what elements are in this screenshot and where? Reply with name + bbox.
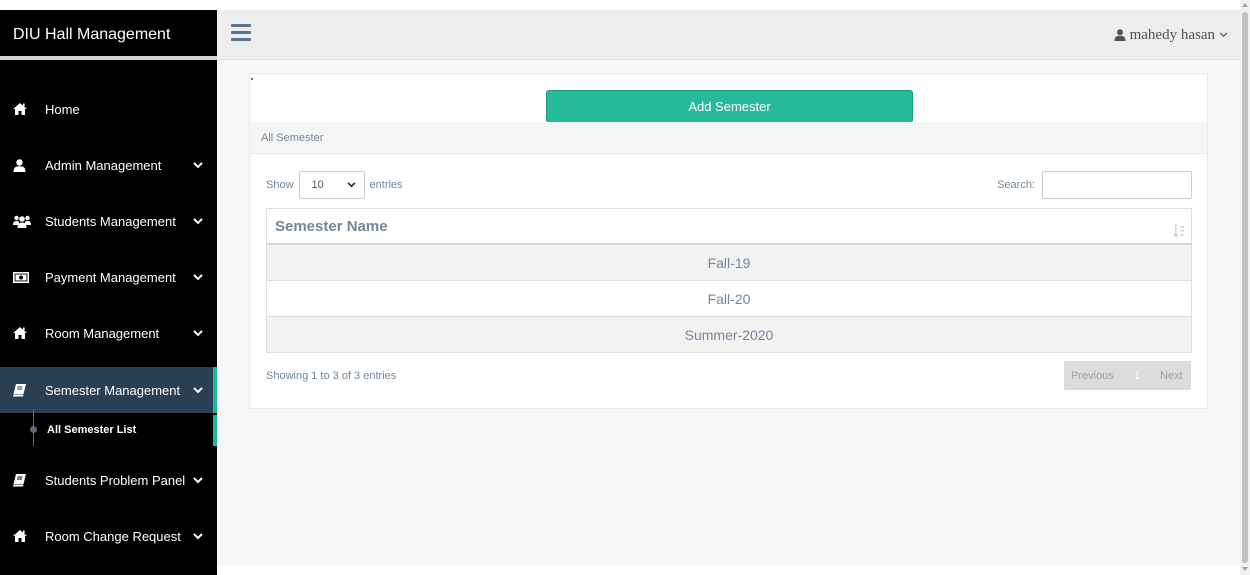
sidebar-item-semester-management[interactable]: Semester Management: [0, 367, 217, 413]
sidebar-item-admin-management[interactable]: Admin Management: [0, 142, 217, 188]
top-strip: [0, 0, 1240, 10]
chevron-down-icon: [1219, 32, 1228, 38]
sidebar-subitem-all-semester-list[interactable]: All Semester List: [47, 415, 136, 446]
chevron-down-icon: [193, 217, 205, 225]
next-page-button[interactable]: Next: [1148, 370, 1183, 382]
show-label: Show: [266, 179, 294, 191]
book-icon: [13, 383, 33, 397]
semester-submenu: All Semester List: [0, 409, 217, 446]
user-icon: [1114, 29, 1126, 41]
column-header-label: Semester Name: [275, 218, 388, 235]
submenu-dot: [30, 426, 37, 433]
chevron-down-icon: [193, 532, 205, 540]
add-semester-button[interactable]: Add Semester: [546, 90, 913, 123]
column-header-semester-name[interactable]: Semester Name: [266, 208, 1192, 245]
previous-page-button[interactable]: Previous: [1064, 370, 1126, 382]
pagination: Previous 1 Next: [1064, 361, 1191, 390]
sidebar-item-label: Room Management: [45, 325, 160, 341]
home-icon: [13, 327, 33, 339]
chevron-down-icon: [193, 273, 205, 281]
sidebar-item-room-change-request[interactable]: Room Change Request: [0, 513, 217, 559]
panel-heading: All Semester: [250, 122, 1207, 154]
book-icon: [13, 473, 33, 487]
app-root: DIU Hall Management Home Admin Managemen…: [0, 0, 1250, 575]
chevron-down-icon: [193, 161, 205, 169]
main-content: mahedy hasan Add Semester All Semester S…: [217, 10, 1240, 565]
sidebar-item-label: Room Change Request: [45, 528, 181, 544]
sidebar-item-label: Students Management: [45, 213, 176, 229]
chevron-down-icon: [193, 386, 205, 394]
scroll-down-arrow-icon[interactable]: [1242, 567, 1248, 571]
top-navbar: mahedy hasan: [217, 10, 1240, 60]
sidebar-item-label: Payment Management: [45, 269, 176, 285]
page-1-button[interactable]: 1: [1126, 370, 1148, 382]
search-control: Search:: [997, 171, 1192, 199]
money-icon: [13, 271, 33, 283]
chevron-down-icon: [193, 476, 205, 484]
table-row: Fall-20: [266, 281, 1192, 317]
home-icon: [13, 103, 33, 115]
chevron-down-icon: [346, 179, 356, 191]
page-length-control: Show 10 entries: [266, 171, 403, 199]
semester-panel: Add Semester All Semester Show 10 entrie…: [249, 73, 1208, 409]
page-length-select[interactable]: 10: [298, 171, 365, 199]
sidebar-item-payment-management[interactable]: Payment Management: [0, 254, 217, 300]
entries-label: entries: [369, 179, 403, 191]
app-title[interactable]: DIU Hall Management: [0, 10, 217, 60]
table-row: Fall-19: [266, 245, 1192, 281]
sidebar: DIU Hall Management Home Admin Managemen…: [0, 10, 217, 575]
sidebar-item-room-management[interactable]: Room Management: [0, 310, 217, 356]
user-profile-menu[interactable]: mahedy hasan: [1114, 10, 1228, 60]
semester-table: Semester Name Fall-19 Fall-20 Summer-202…: [266, 208, 1192, 353]
search-input[interactable]: [1042, 171, 1192, 199]
search-label: Search:: [997, 179, 1035, 191]
table-info: Showing 1 to 3 of 3 entries: [266, 370, 397, 382]
scrollbar-thumb[interactable]: [1242, 12, 1248, 563]
sort-icon: [1173, 218, 1185, 238]
sidebar-item-label: Home: [45, 101, 80, 117]
user-icon: [13, 158, 33, 172]
sidebar-item-label: Semester Management: [45, 382, 181, 398]
users-icon: [13, 215, 33, 228]
sidebar-item-students-management[interactable]: Students Management: [0, 198, 217, 244]
user-name: mahedy hasan: [1129, 26, 1215, 43]
sidebar-item-home[interactable]: Home: [0, 86, 217, 132]
decorative-dot: [251, 78, 253, 80]
home-icon: [13, 530, 33, 542]
page-length-value: 10: [311, 179, 324, 191]
table-row: Summer-2020: [266, 317, 1192, 353]
sidebar-item-students-problem-panel[interactable]: Students Problem Panel: [0, 457, 217, 503]
chevron-down-icon: [193, 329, 205, 337]
menu-toggle-icon[interactable]: [231, 24, 251, 42]
sidebar-item-label: Students Problem Panel: [45, 472, 186, 488]
scroll-up-arrow-icon[interactable]: [1242, 3, 1248, 7]
sidebar-item-label: Admin Management: [45, 157, 162, 173]
page-scrollbar[interactable]: [1240, 0, 1250, 575]
